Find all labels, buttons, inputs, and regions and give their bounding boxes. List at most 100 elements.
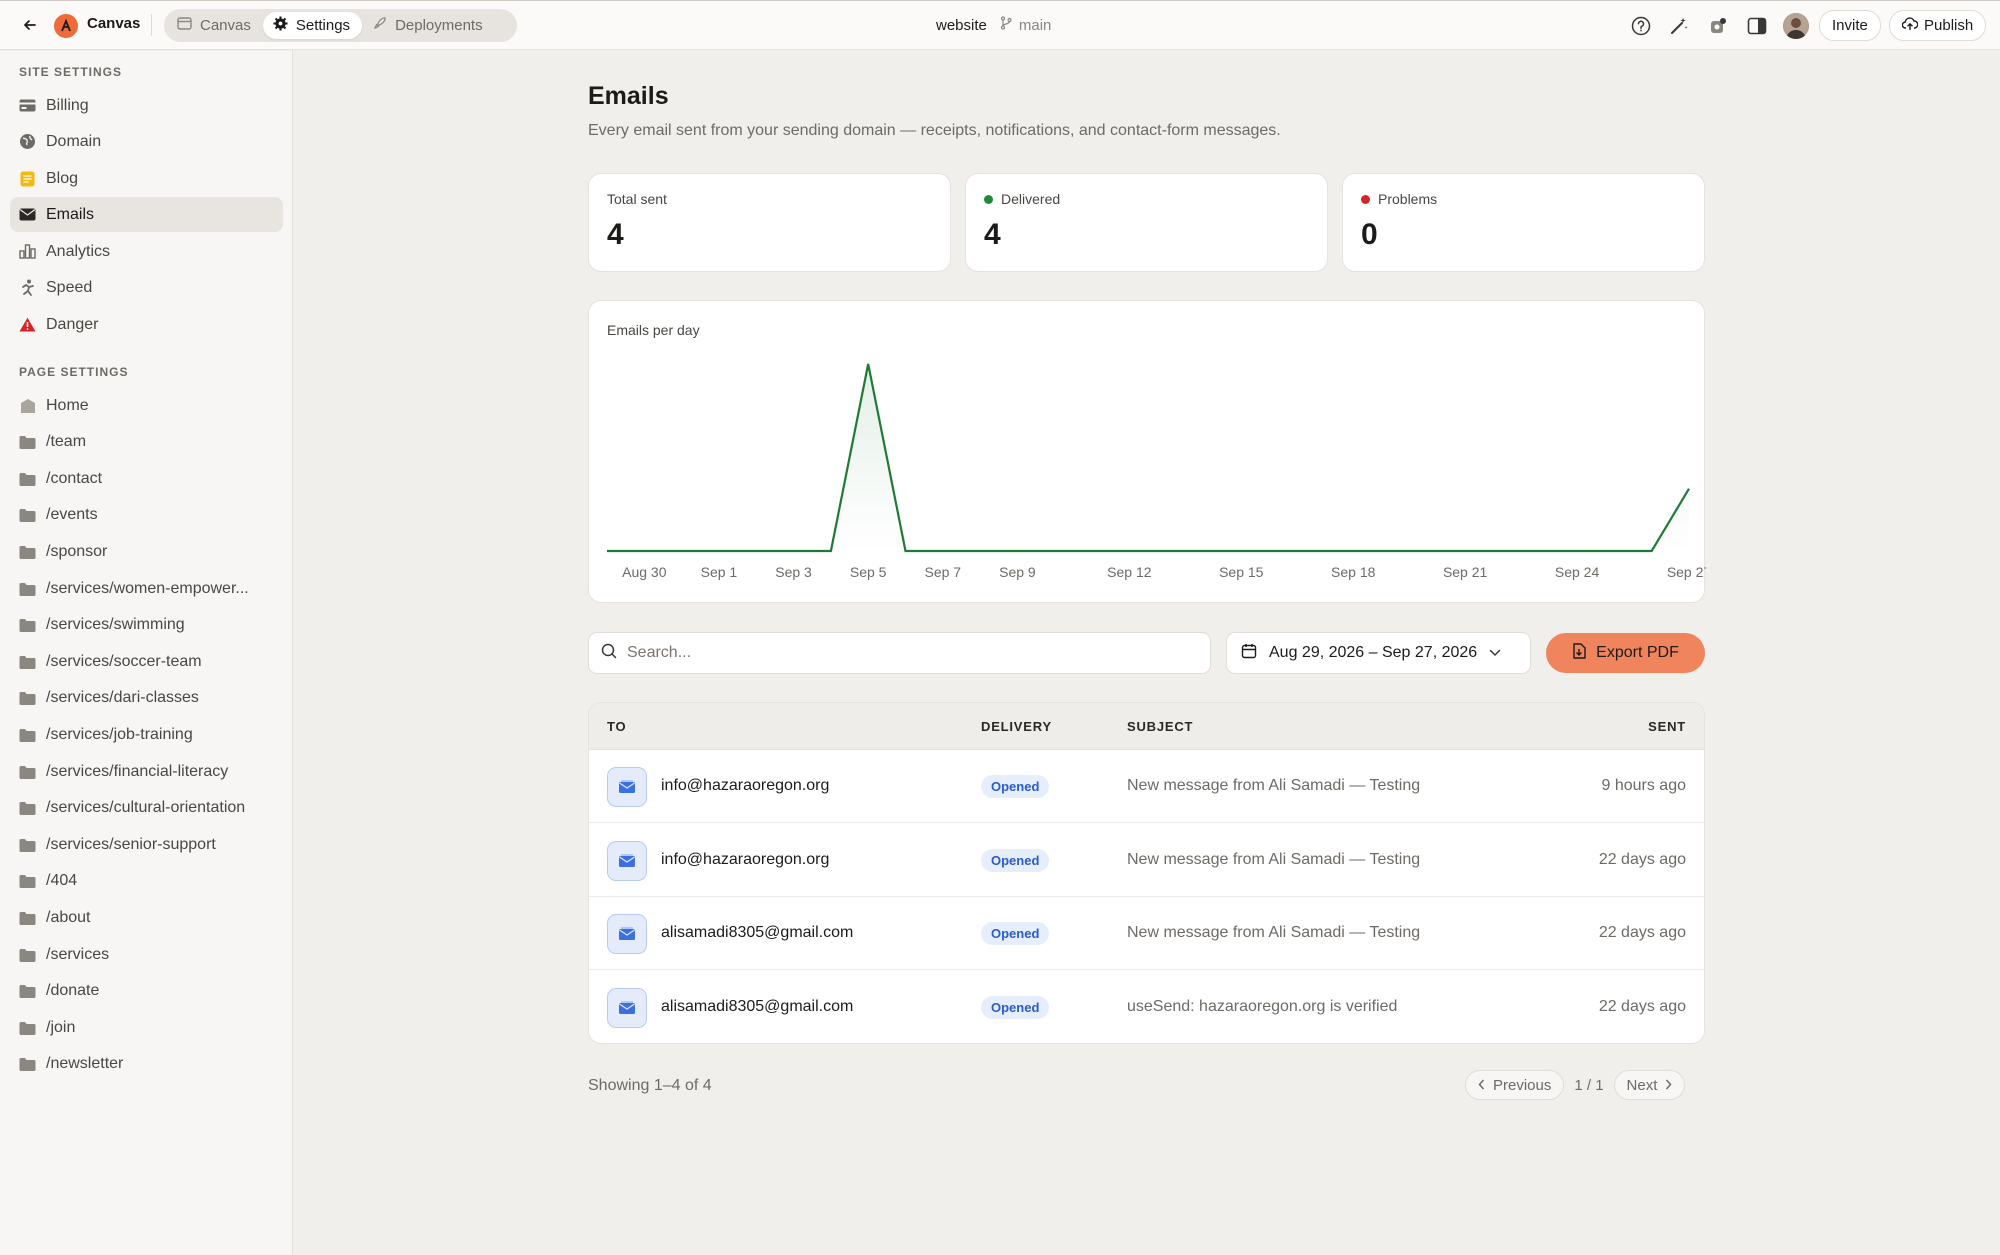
sidebar-page-item[interactable]: /donate bbox=[10, 974, 283, 1009]
table-row[interactable]: info@hazaraoregon.org Opened New message f… bbox=[589, 824, 1704, 897]
sidebar-page-item[interactable]: /services/swimming bbox=[10, 608, 283, 643]
sidebar-page-item[interactable]: /services/job-training bbox=[10, 717, 283, 752]
stat-label: Delivered bbox=[984, 191, 1060, 207]
site-settings-heading: SITE SETTINGS bbox=[19, 65, 123, 79]
sidebar-item-danger[interactable]: Danger bbox=[10, 307, 283, 342]
help-icon[interactable] bbox=[1628, 13, 1654, 39]
stat-card-total-sent: Total sent 4 bbox=[588, 173, 951, 272]
search-icon bbox=[601, 643, 617, 664]
sidebar-page-item[interactable]: /newsletter bbox=[10, 1047, 283, 1082]
x-tick-label: Sep 1 bbox=[701, 564, 738, 580]
sidebar-page-item[interactable]: /404 bbox=[10, 864, 283, 899]
sidebar-page-item[interactable]: /services/financial-literacy bbox=[10, 754, 283, 789]
sidebar-page-item[interactable]: Home bbox=[10, 388, 283, 423]
next-button[interactable]: Next bbox=[1613, 1070, 1686, 1100]
user-avatar[interactable] bbox=[1783, 13, 1809, 39]
tab-settings[interactable]: Settings bbox=[262, 12, 363, 39]
sidebar-item-label: /newsletter bbox=[46, 1055, 124, 1073]
sidebar-item-label: Analytics bbox=[46, 242, 111, 260]
chevron-right-icon bbox=[1665, 1077, 1672, 1094]
sidebar-item-label: /services/swimming bbox=[46, 616, 185, 634]
recipient: info@hazaraoregon.org bbox=[661, 850, 830, 868]
date-range-picker[interactable]: Aug 29, 2026 – Sep 27, 2026 bbox=[1226, 632, 1531, 674]
rocket-icon bbox=[372, 16, 387, 35]
column-header-to[interactable]: TO bbox=[607, 719, 626, 734]
stat-value: 0 bbox=[1361, 218, 1378, 251]
export-label: Export PDF bbox=[1596, 644, 1679, 661]
table-row[interactable]: info@hazaraoregon.org Opened New message f… bbox=[589, 750, 1704, 823]
folder-icon bbox=[19, 470, 36, 487]
column-header-subject[interactable]: SUBJECT bbox=[1127, 719, 1193, 734]
back-arrow-icon[interactable] bbox=[18, 13, 42, 37]
sidebar-item-label: /services/cultural-orientation bbox=[46, 799, 246, 817]
table-row[interactable]: alisamadi8305@gmail.com Opened New message… bbox=[589, 897, 1704, 970]
column-header-sent[interactable]: SENT bbox=[1648, 719, 1686, 734]
sidebar-page-item[interactable]: /sponsor bbox=[10, 534, 283, 569]
folder-icon bbox=[19, 726, 36, 743]
sidebar-page-item[interactable]: /team bbox=[10, 425, 283, 460]
folder-icon bbox=[19, 543, 36, 560]
sidebar-item-analytics[interactable]: Analytics bbox=[10, 234, 283, 269]
tab-canvas[interactable]: Canvas bbox=[167, 12, 263, 39]
search-box[interactable] bbox=[588, 632, 1211, 674]
sent-time: 9 hours ago bbox=[1601, 777, 1686, 794]
sidebar-item-emails[interactable]: Emails bbox=[10, 197, 283, 232]
sidebar-page-item[interactable]: /services/dari-classes bbox=[10, 681, 283, 716]
sidebar-item-label: Domain bbox=[46, 132, 102, 150]
sidebar-item-billing[interactable]: Billing bbox=[10, 88, 283, 123]
invite-button[interactable]: Invite bbox=[1819, 10, 1881, 41]
chevron-down-icon bbox=[1489, 644, 1501, 662]
sidebar-page-item[interactable]: /events bbox=[10, 498, 283, 533]
sidebar-page-item[interactable]: /services bbox=[10, 937, 283, 972]
folder-icon bbox=[19, 1056, 36, 1073]
recipient: alisamadi8305@gmail.com bbox=[661, 997, 854, 1015]
showing-count: Showing 1–4 of 4 bbox=[588, 1077, 712, 1094]
gear-icon bbox=[273, 16, 288, 35]
tab-label: Canvas bbox=[200, 17, 251, 34]
warning-icon bbox=[19, 316, 36, 333]
tab-label: Deployments bbox=[395, 17, 483, 34]
sidebar-page-item[interactable]: /services/senior-support bbox=[10, 827, 283, 862]
sidebar-page-item[interactable]: /contact bbox=[10, 461, 283, 496]
status-dot-red bbox=[1361, 194, 1370, 204]
search-input[interactable] bbox=[627, 644, 1187, 662]
subject: useSend: hazaraoregon.org is verified bbox=[1127, 997, 1398, 1015]
sidebar-item-domain[interactable]: Domain bbox=[10, 124, 283, 159]
mail-icon bbox=[607, 840, 647, 881]
app-logo-icon bbox=[54, 14, 78, 38]
export-pdf-button[interactable]: Export PDF bbox=[1546, 633, 1705, 673]
branch-selector[interactable]: main bbox=[999, 16, 1051, 34]
publish-button[interactable]: Publish bbox=[1889, 10, 1987, 41]
sidebar-page-item[interactable]: /services/cultural-orientation bbox=[10, 791, 283, 826]
previous-label: Previous bbox=[1493, 1076, 1552, 1094]
x-tick-label: Sep 7 bbox=[924, 564, 961, 580]
folder-icon bbox=[19, 653, 36, 670]
previous-button[interactable]: Previous bbox=[1465, 1070, 1565, 1100]
magic-wand-icon[interactable] bbox=[1666, 13, 1692, 39]
sidebar-item-label: Home bbox=[46, 396, 89, 414]
plugin-icon[interactable] bbox=[1705, 13, 1731, 39]
stat-label: Problems bbox=[1361, 191, 1437, 207]
panel-toggle-icon[interactable] bbox=[1744, 13, 1770, 39]
chevron-left-icon bbox=[1478, 1077, 1485, 1094]
table-row[interactable]: alisamadi8305@gmail.com Opened useSend: ha… bbox=[589, 971, 1704, 1044]
stat-value: 4 bbox=[984, 218, 1001, 251]
recipient: alisamadi8305@gmail.com bbox=[661, 924, 854, 941]
sidebar-page-item[interactable]: /services/women-empower... bbox=[10, 571, 283, 606]
project-name[interactable]: website bbox=[936, 17, 987, 34]
tab-deployments[interactable]: Deployments bbox=[362, 12, 495, 39]
sidebar-item-speed[interactable]: Speed bbox=[10, 270, 283, 305]
sidebar-page-item[interactable]: /about bbox=[10, 900, 283, 935]
emails-per-day-chart: Emails per day Aug 30 Sep 1 Sep 3 Sep 5 Sep … bbox=[588, 300, 1706, 603]
stat-card-problems: Problems 0 bbox=[1342, 173, 1705, 272]
sidebar-item-label: /services/soccer-team bbox=[46, 652, 202, 670]
note-icon bbox=[19, 170, 36, 187]
sidebar-page-item[interactable]: /join bbox=[10, 1010, 283, 1045]
column-header-delivery[interactable]: DELIVERY bbox=[981, 719, 1052, 734]
sidebar-page-item[interactable]: /services/soccer-team bbox=[10, 644, 283, 679]
sidebar-item-label: /events bbox=[46, 506, 98, 524]
x-tick-label: Sep 18 bbox=[1331, 564, 1376, 580]
sidebar-item-blog[interactable]: Blog bbox=[10, 161, 283, 196]
project-info: website main bbox=[936, 16, 1051, 34]
sidebar-item-label: Billing bbox=[46, 96, 89, 114]
